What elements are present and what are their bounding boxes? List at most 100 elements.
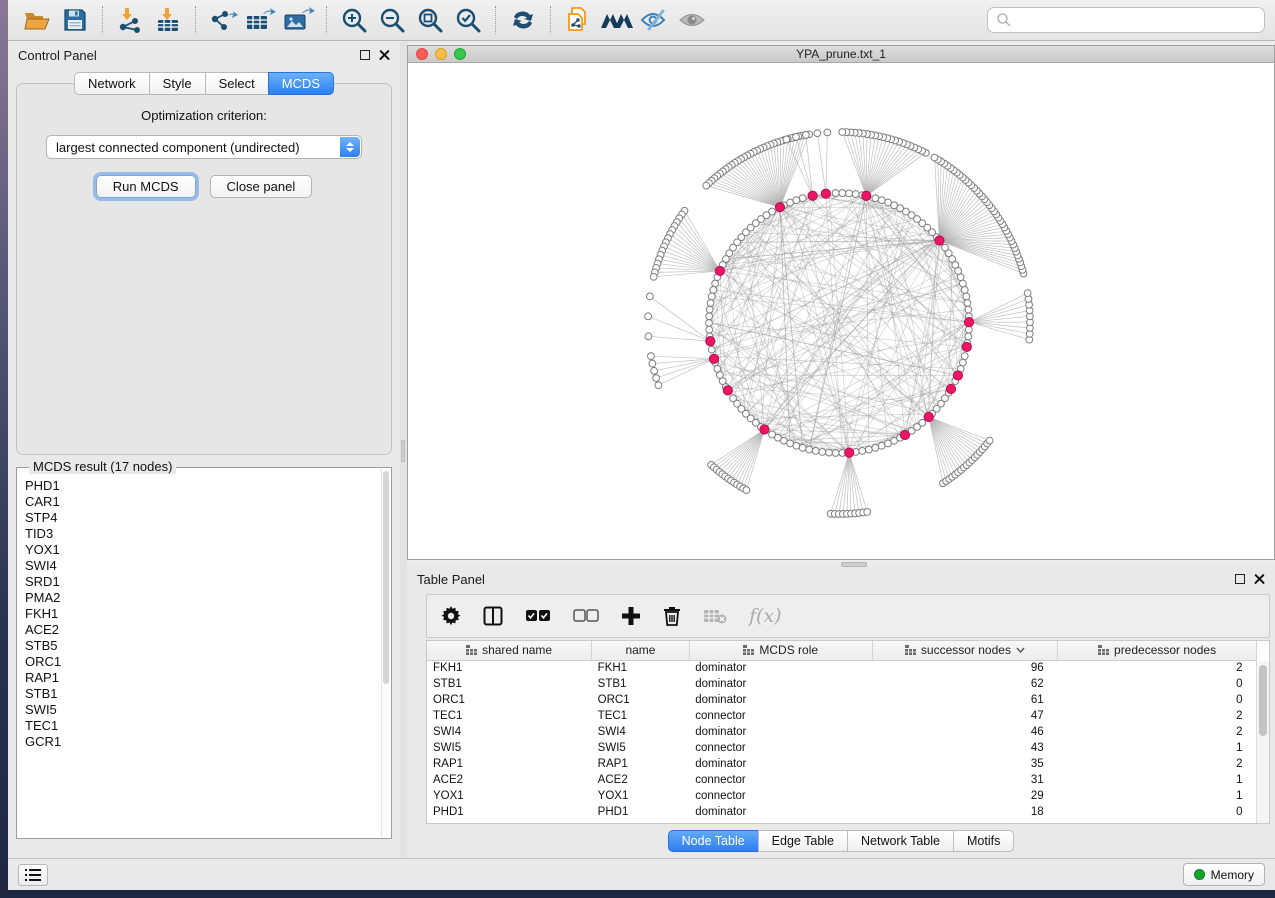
status-bar: Memory xyxy=(8,858,1275,890)
memory-label: Memory xyxy=(1211,868,1254,882)
table-tabs: Node TableEdge TableNetwork TableMotifs xyxy=(407,830,1275,852)
memory-button[interactable]: Memory xyxy=(1183,863,1265,886)
mcds-result-item[interactable]: TEC1 xyxy=(25,718,379,734)
save-session-icon[interactable] xyxy=(58,4,92,36)
export-network-icon[interactable] xyxy=(206,4,240,36)
mcds-result-item[interactable]: FKH1 xyxy=(25,606,379,622)
tab-node-table[interactable]: Node Table xyxy=(668,830,758,852)
table-row[interactable]: STB1STB1dominator620 xyxy=(427,676,1257,692)
float-table-panel-icon[interactable] xyxy=(1235,574,1245,584)
mcds-result-item[interactable]: STB1 xyxy=(25,686,379,702)
table-row[interactable]: ACE2ACE2connector311 xyxy=(427,772,1257,788)
toolbar-separator xyxy=(495,6,496,34)
function-builder-icon: f(x) xyxy=(749,605,782,627)
maximize-window-icon[interactable] xyxy=(454,48,466,60)
network-title: YPA_prune.txt_1 xyxy=(796,47,886,61)
mcds-result-item[interactable]: SRD1 xyxy=(25,574,379,590)
column-header-successor-nodes[interactable]: successor nodes xyxy=(872,641,1057,660)
add-column-icon[interactable] xyxy=(621,601,641,631)
table-row[interactable]: ORC1ORC1dominator610 xyxy=(427,692,1257,708)
optimization-criterion-select[interactable]: largest connected component (undirected) xyxy=(46,135,362,159)
network-titlebar[interactable]: YPA_prune.txt_1 xyxy=(408,46,1274,63)
mcds-result-box: MCDS result (17 nodes) PHD1CAR1STP4TID3Y… xyxy=(16,467,392,839)
search-icon xyxy=(996,12,1012,28)
export-image-icon[interactable] xyxy=(282,4,316,36)
open-file-icon[interactable] xyxy=(20,4,54,36)
tab-style[interactable]: Style xyxy=(149,72,205,95)
column-header-predecessor-nodes[interactable]: predecessor nodes xyxy=(1058,641,1257,660)
panel-splitter[interactable] xyxy=(400,42,407,858)
table-row[interactable]: TEC1TEC1connector472 xyxy=(427,708,1257,724)
close-table-panel-icon[interactable] xyxy=(1254,574,1265,585)
network-window: YPA_prune.txt_1 xyxy=(407,45,1275,560)
mcds-result-item[interactable]: ORC1 xyxy=(25,654,379,670)
tab-select[interactable]: Select xyxy=(205,72,268,95)
table-row[interactable]: PHD1PHD1dominator180 xyxy=(427,804,1257,820)
zoom-out-icon[interactable] xyxy=(375,4,409,36)
column-header-MCDS-role[interactable]: MCDS role xyxy=(689,641,872,660)
apply-layout-icon[interactable] xyxy=(506,4,540,36)
table-row[interactable]: SWI4SWI4dominator462 xyxy=(427,724,1257,740)
mcds-result-item[interactable]: CAR1 xyxy=(25,494,379,510)
mcds-result-item[interactable]: STB5 xyxy=(25,638,379,654)
import-network-icon[interactable] xyxy=(113,4,147,36)
select-all-rows-icon[interactable] xyxy=(525,601,551,631)
column-header-shared-name[interactable]: shared name xyxy=(427,641,592,660)
hide-selected-icon[interactable] xyxy=(637,4,671,36)
table-row[interactable]: RAP1RAP1dominator352 xyxy=(427,756,1257,772)
mcds-result-item[interactable]: STP4 xyxy=(25,510,379,526)
show-all-icon[interactable] xyxy=(675,4,709,36)
first-neighbors-icon[interactable] xyxy=(599,4,633,36)
zoom-in-icon[interactable] xyxy=(337,4,371,36)
network-canvas[interactable] xyxy=(408,63,1274,559)
table-panel: Table Panel xyxy=(407,566,1275,858)
mcds-result-item[interactable]: ACE2 xyxy=(25,622,379,638)
zoom-fit-icon[interactable] xyxy=(413,4,447,36)
mcds-result-list[interactable]: PHD1CAR1STP4TID3YOX1SWI4SRD1PMA2FKH1ACE2… xyxy=(21,472,381,836)
node-table: shared namenameMCDS rolesuccessor nodesp… xyxy=(426,640,1270,824)
mcds-result-item[interactable]: SWI4 xyxy=(25,558,379,574)
result-scrollbar[interactable] xyxy=(381,469,390,837)
toolbar-separator xyxy=(102,6,103,34)
mcds-result-item[interactable]: GCR1 xyxy=(25,734,379,750)
tab-network-table[interactable]: Network Table xyxy=(847,830,953,852)
close-window-icon[interactable] xyxy=(416,48,428,60)
search-input[interactable] xyxy=(987,7,1265,33)
minimize-window-icon[interactable] xyxy=(435,48,447,60)
table-panel-title: Table Panel xyxy=(417,572,485,587)
float-panel-icon[interactable] xyxy=(360,50,370,60)
task-history-icon[interactable] xyxy=(18,864,48,886)
zoom-selected-icon[interactable] xyxy=(451,4,485,36)
table-row[interactable]: YOX1YOX1connector291 xyxy=(427,788,1257,804)
close-panel-icon[interactable] xyxy=(379,50,390,61)
control-panel-title: Control Panel xyxy=(18,48,97,63)
table-settings-gear-icon[interactable] xyxy=(441,601,461,631)
close-panel-button[interactable]: Close panel xyxy=(210,175,313,198)
table-row[interactable]: SWI5SWI5connector431 xyxy=(427,740,1257,756)
mcds-result-item[interactable]: TID3 xyxy=(25,526,379,542)
select-stepper-icon xyxy=(340,137,360,157)
mcds-result-item[interactable]: PMA2 xyxy=(25,590,379,606)
tab-mcds[interactable]: MCDS xyxy=(268,72,334,95)
delete-column-icon[interactable] xyxy=(663,601,681,631)
mcds-result-item[interactable]: PHD1 xyxy=(25,478,379,494)
tab-motifs[interactable]: Motifs xyxy=(953,830,1014,852)
toolbar-separator xyxy=(326,6,327,34)
selected-option: largest connected component (undirected) xyxy=(56,140,300,155)
import-table-icon[interactable] xyxy=(151,4,185,36)
table-scrollbar[interactable] xyxy=(1256,661,1269,823)
column-header-name[interactable]: name xyxy=(592,641,690,660)
application-window: Control Panel NetworkStyleSelectMCDS Opt… xyxy=(8,0,1275,890)
show-columns-icon[interactable] xyxy=(483,601,503,631)
toolbar-separator xyxy=(550,6,551,34)
clone-network-icon[interactable] xyxy=(561,4,595,36)
export-table-icon[interactable] xyxy=(244,4,278,36)
deselect-all-rows-icon[interactable] xyxy=(573,601,599,631)
mcds-result-item[interactable]: RAP1 xyxy=(25,670,379,686)
tab-edge-table[interactable]: Edge Table xyxy=(758,830,847,852)
mcds-result-item[interactable]: YOX1 xyxy=(25,542,379,558)
table-row[interactable]: FKH1FKH1dominator962 xyxy=(427,660,1257,676)
run-mcds-button[interactable]: Run MCDS xyxy=(96,175,196,198)
mcds-result-item[interactable]: SWI5 xyxy=(25,702,379,718)
tab-network[interactable]: Network xyxy=(74,72,149,95)
